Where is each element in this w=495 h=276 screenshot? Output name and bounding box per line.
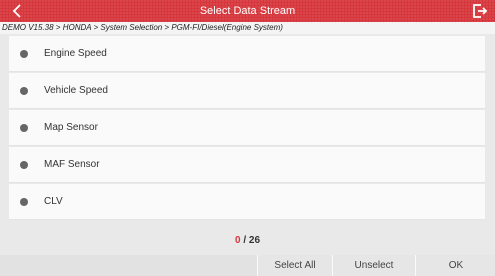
list-item-map-sensor[interactable]: Map Sensor (9, 110, 485, 146)
data-stream-list: Engine Speed Vehicle Speed Map Sensor MA… (9, 36, 485, 221)
footer-bar: Select All Unselect OK (0, 255, 495, 276)
radio-dot-icon (20, 123, 28, 132)
list-item-label: MAF Sensor (44, 159, 100, 170)
exit-icon (473, 4, 488, 18)
title-bar: Select Data Stream (0, 0, 495, 22)
total-count: / 26 (243, 235, 261, 246)
ok-button[interactable]: OK (415, 255, 495, 276)
list-item-label: Vehicle Speed (44, 85, 108, 96)
radio-dot-icon (20, 49, 28, 58)
list-item-vehicle-speed[interactable]: Vehicle Speed (9, 73, 485, 109)
radio-dot-icon (20, 197, 28, 206)
page-title: Select Data Stream (199, 5, 296, 17)
list-item-label: Map Sensor (44, 122, 98, 133)
list-item-label: CLV (44, 196, 63, 207)
list-item-engine-speed[interactable]: Engine Speed (9, 36, 485, 72)
unselect-button[interactable]: Unselect (332, 255, 415, 276)
list-item-maf-sensor[interactable]: MAF Sensor (9, 147, 485, 183)
selected-count: 0 (234, 235, 241, 246)
exit-button[interactable] (471, 2, 489, 20)
breadcrumb: DEMO V15.38 > HONDA > System Selection >… (0, 22, 495, 34)
selection-counter: 0 / 26 (0, 234, 495, 248)
radio-dot-icon (20, 160, 28, 169)
list-item-clv[interactable]: CLV (9, 184, 485, 220)
select-all-button[interactable]: Select All (257, 255, 332, 276)
list-item-label: Engine Speed (44, 48, 107, 59)
radio-dot-icon (20, 86, 28, 95)
